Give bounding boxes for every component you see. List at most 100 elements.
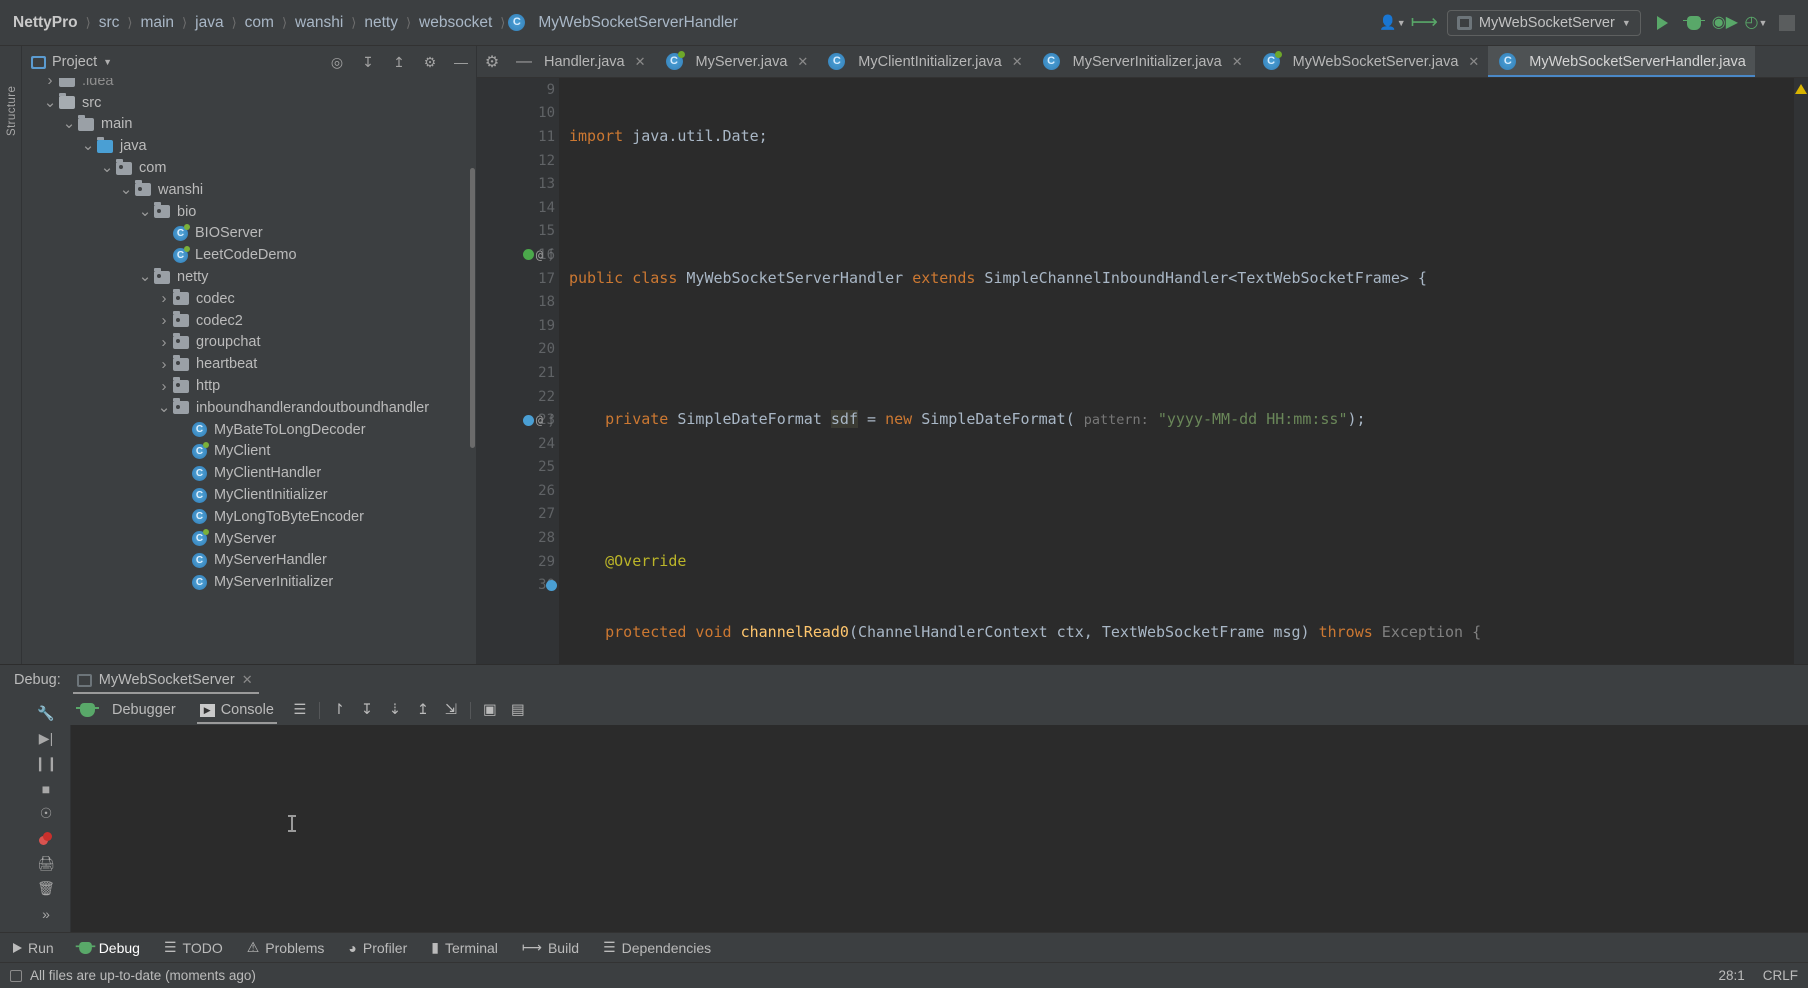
tree-node[interactable]: ⌄main: [22, 114, 476, 136]
project-tree-scrollbar[interactable]: [470, 168, 475, 448]
breadcrumb-item-netty[interactable]: netty: [359, 13, 403, 33]
tool-window-dependencies[interactable]: ☰ Dependencies: [600, 939, 714, 956]
user-account-icon[interactable]: 👤▼: [1379, 10, 1405, 36]
view-breakpoints-icon[interactable]: ☉: [26, 801, 66, 826]
tool-window-terminal[interactable]: ▮ Terminal: [428, 939, 501, 956]
run-to-cursor-icon[interactable]: ⇲: [442, 701, 460, 719]
tree-node[interactable]: CMyServerHandler: [22, 550, 476, 572]
run-coverage-button[interactable]: ◉▶: [1712, 10, 1738, 36]
chevron-right-icon[interactable]: ›: [41, 78, 59, 89]
chevron-down-icon[interactable]: ⌄: [79, 142, 97, 150]
breadcrumb-item-class[interactable]: MyWebSocketServerHandler: [533, 13, 743, 33]
tree-node[interactable]: CMyLongToByteEncoder: [22, 506, 476, 528]
chevron-right-icon[interactable]: ›: [155, 312, 173, 329]
step-out-icon[interactable]: ↥: [414, 701, 432, 719]
tree-node[interactable]: ⌄java: [22, 135, 476, 157]
tab-console[interactable]: ▶ Console: [193, 695, 281, 725]
close-icon[interactable]: ✕: [1012, 54, 1023, 70]
tree-node[interactable]: ⌄netty: [22, 266, 476, 288]
delete-icon[interactable]: 🗑: [26, 876, 66, 901]
editor-gutter[interactable]: 9 ⎰ 10 11 12 13 14 15 16 @ ⎰: [477, 78, 559, 664]
close-icon[interactable]: ✕: [1232, 54, 1243, 70]
tree-node[interactable]: ›codec2: [22, 310, 476, 332]
settings-wrench-icon[interactable]: 🔧: [26, 701, 66, 726]
tool-window-problems[interactable]: ⚠ Problems: [244, 939, 328, 956]
breadcrumb-item-src[interactable]: src: [94, 13, 125, 33]
tree-node[interactable]: ›codec: [22, 288, 476, 310]
tool-window-run[interactable]: Run: [10, 940, 57, 956]
chevron-right-icon[interactable]: ›: [155, 334, 173, 351]
tree-node[interactable]: ›http: [22, 375, 476, 397]
tree-node[interactable]: CMyClientInitializer: [22, 484, 476, 506]
editor-tab-myserverinitializer[interactable]: C MyServerInitializer.java ✕: [1032, 46, 1252, 77]
line-separator[interactable]: CRLF: [1763, 968, 1798, 983]
chevron-down-icon[interactable]: ⌄: [98, 164, 116, 172]
chevron-right-icon[interactable]: ›: [155, 290, 173, 307]
code-content[interactable]: import java.util.Date; public class MyWe…: [559, 78, 1794, 664]
editor-tab-myclientinitializer[interactable]: C MyClientInitializer.java ✕: [817, 46, 1031, 77]
breakpoint-icon[interactable]: [523, 249, 534, 260]
layout-settings-icon[interactable]: ☰: [291, 701, 309, 719]
chevron-down-icon[interactable]: ⌄: [136, 273, 154, 281]
stop-button[interactable]: [1774, 10, 1800, 36]
tree-node[interactable]: ⌄com: [22, 157, 476, 179]
tool-window-todo[interactable]: ☰ TODO: [161, 939, 226, 956]
evaluate-expression-icon[interactable]: ▣: [481, 701, 499, 719]
tree-node[interactable]: CLeetCodeDemo: [22, 244, 476, 266]
tree-node[interactable]: ›heartbeat: [22, 353, 476, 375]
hide-editor-icon[interactable]: —: [515, 53, 533, 71]
step-over-icon[interactable]: ↾: [330, 701, 348, 719]
tree-node[interactable]: ⌄src: [22, 92, 476, 114]
more-actions-icon[interactable]: »: [26, 901, 66, 926]
settings-gear-icon[interactable]: ⚙: [483, 53, 501, 71]
warning-icon[interactable]: [1795, 84, 1807, 94]
tree-node[interactable]: CBIOServer: [22, 223, 476, 245]
tree-node[interactable]: CMyBateToLongDecoder: [22, 419, 476, 441]
locate-file-icon[interactable]: ◎: [328, 53, 346, 71]
tree-node[interactable]: ⌄wanshi: [22, 179, 476, 201]
project-title-group[interactable]: Project ▼: [31, 54, 112, 70]
run-configuration-selector[interactable]: MyWebSocketServer ▼: [1447, 10, 1641, 36]
tree-node[interactable]: CMyClient: [22, 441, 476, 463]
tree-node[interactable]: CMyServerInitializer: [22, 571, 476, 593]
tree-node[interactable]: ⌄bio: [22, 201, 476, 223]
close-icon[interactable]: ✕: [242, 672, 253, 688]
tree-node[interactable]: ›groupchat: [22, 332, 476, 354]
editor-tab-mywebsocketserver[interactable]: C MyWebSocketServer.java ✕: [1252, 46, 1489, 77]
project-tree[interactable]: ›.idea⌄src⌄main⌄java⌄com⌄wanshi⌄bio CBIO…: [22, 78, 476, 664]
breadcrumb-item-project[interactable]: NettyPro: [8, 13, 83, 33]
close-icon[interactable]: ✕: [635, 54, 646, 70]
override-marker-icon[interactable]: @: [536, 413, 543, 427]
tree-node[interactable]: ⌄inboundhandlerandoutboundhandler: [22, 397, 476, 419]
chevron-down-icon[interactable]: ⌄: [155, 404, 173, 412]
run-button[interactable]: [1650, 10, 1676, 36]
profiler-button[interactable]: ◴▼: [1743, 10, 1769, 36]
tool-window-debug[interactable]: Debug: [75, 940, 143, 956]
chevron-right-icon[interactable]: ›: [155, 378, 173, 395]
step-into-icon[interactable]: ↧: [358, 701, 376, 719]
override-marker-icon[interactable]: @: [536, 248, 543, 262]
debug-session-tab[interactable]: MyWebSocketServer ✕: [71, 665, 261, 695]
tool-window-build[interactable]: ⟼ Build: [519, 939, 582, 956]
chevron-down-icon[interactable]: ⌄: [136, 208, 154, 216]
mute-breakpoints-icon[interactable]: [26, 826, 66, 851]
breadcrumb-item-wanshi[interactable]: wanshi: [290, 13, 348, 33]
tab-debugger[interactable]: Debugger: [105, 695, 183, 725]
pause-program-icon[interactable]: ❙❙: [26, 751, 66, 776]
close-icon[interactable]: ✕: [797, 54, 808, 70]
fold-icon[interactable]: ⎰: [545, 246, 557, 263]
breadcrumb-item-java[interactable]: java: [190, 13, 228, 33]
collapse-all-icon[interactable]: ↥: [390, 53, 408, 71]
editor-tab-myserver[interactable]: C MyServer.java ✕: [655, 46, 818, 77]
fold-icon[interactable]: ⎰: [545, 412, 557, 429]
chevron-down-icon[interactable]: ⌄: [117, 186, 135, 194]
caret-position[interactable]: 28:1: [1718, 968, 1744, 983]
structure-tool-label[interactable]: Structure: [6, 80, 18, 136]
chevron-right-icon[interactable]: ›: [155, 356, 173, 373]
tree-node[interactable]: ›.idea: [22, 78, 476, 92]
hide-panel-icon[interactable]: —: [452, 53, 470, 71]
breadcrumb-item-websocket[interactable]: websocket: [414, 13, 497, 33]
breakpoint-icon[interactable]: [546, 580, 557, 591]
force-step-into-icon[interactable]: ⇣: [386, 701, 404, 719]
hammer-build-icon[interactable]: ⟼: [1411, 10, 1438, 36]
